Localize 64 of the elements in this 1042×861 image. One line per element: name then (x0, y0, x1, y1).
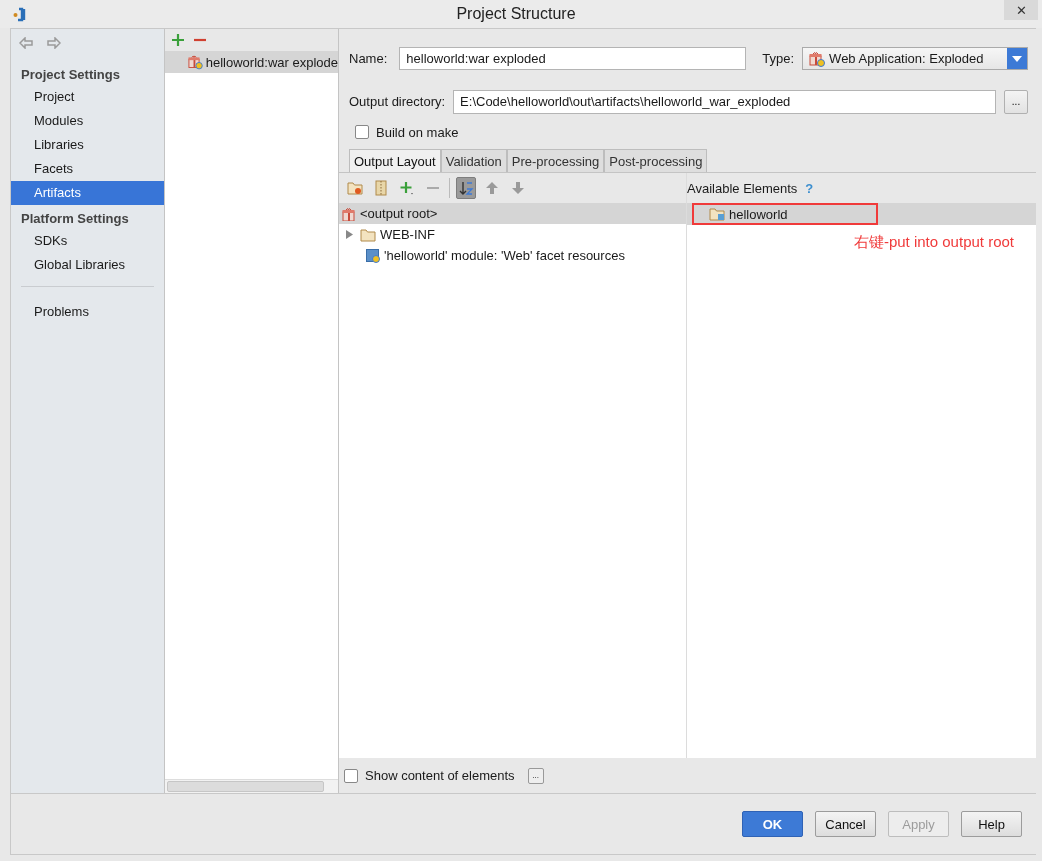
checkbox-label: Show content of elements (365, 768, 515, 783)
arrow-down-icon (510, 180, 526, 196)
artifact-item[interactable]: helloworld:war explode (165, 51, 338, 73)
browse-button[interactable]: ... (1004, 89, 1028, 114)
sidebar-item[interactable]: Project (11, 85, 164, 109)
sidebar-item[interactable]: Global Libraries (11, 253, 164, 277)
sidebar-item[interactable]: Facets (11, 157, 164, 181)
add-icon (399, 180, 415, 196)
annotation-text: 右键-put into output root (853, 233, 1014, 252)
artifact-icon (809, 50, 826, 67)
expand-arrow-icon[interactable] (344, 230, 354, 239)
dropdown-value: Web Application: Exploded (829, 51, 985, 66)
checkbox[interactable] (344, 768, 358, 783)
tree-item[interactable]: <output root> (339, 203, 686, 224)
forward-arrow-icon[interactable] (47, 37, 61, 49)
back-arrow-icon[interactable] (19, 37, 33, 49)
tree-item-label: 'helloworld' module: 'Web' facet resources (384, 248, 625, 263)
dialog-button[interactable]: Cancel (815, 811, 876, 837)
sidebar-item[interactable]: Libraries (11, 133, 164, 157)
name-field[interactable]: helloworld:war exploded (399, 47, 747, 70)
archive-root-icon (342, 206, 356, 221)
dialog-button[interactable]: Help (961, 811, 1022, 837)
tree-item[interactable]: WEB-INF (339, 224, 686, 245)
dialog-button[interactable]: OK (742, 811, 803, 837)
artifact-icon (188, 54, 203, 70)
available-element[interactable]: helloworld (687, 203, 1036, 225)
checkbox[interactable] (355, 125, 369, 139)
more-button[interactable]: ... (527, 767, 544, 784)
sidebar-item[interactable]: Artifacts (11, 181, 164, 205)
new-folder-icon (347, 180, 363, 196)
arrow-up-icon (484, 180, 500, 196)
sort-button[interactable] (456, 177, 476, 199)
sidebar-item[interactable]: Problems (11, 300, 164, 324)
horizontal-scrollbar[interactable] (165, 779, 338, 793)
tree-item-label: <output root> (360, 206, 438, 221)
element-label: helloworld (729, 206, 788, 222)
field-label: Type: (762, 51, 795, 66)
archive-icon (373, 180, 389, 196)
checkbox-label: Build on make (376, 124, 459, 140)
module-folder-icon (709, 207, 725, 221)
folder-icon (360, 227, 376, 242)
tree-item-label: WEB-INF (380, 227, 435, 242)
tree-item[interactable]: 'helloworld' module: 'Web' facet resources (339, 245, 686, 266)
section-header: Project Settings (20, 66, 121, 84)
sidebar-item[interactable]: SDKs (11, 229, 164, 253)
tab[interactable]: Output Layout (349, 149, 441, 172)
section-header: Available Elements (687, 180, 798, 196)
module-icon (366, 248, 380, 263)
type-dropdown[interactable]: Web Application: Exploded (802, 47, 1028, 70)
field-label: Name: (349, 51, 388, 66)
sidebar-item[interactable]: Modules (11, 109, 164, 133)
section-header: Platform Settings (20, 210, 130, 228)
add-icon[interactable] (171, 33, 185, 47)
tab[interactable]: Pre-processing (506, 149, 605, 172)
field-label: Output directory: (349, 94, 446, 109)
tab[interactable]: Post-processing (604, 149, 708, 172)
window-title: Project Structure (455, 5, 577, 23)
tab[interactable]: Validation (440, 149, 507, 172)
app-logo-icon (12, 6, 28, 22)
output-directory-field[interactable]: E:\Code\helloworld\out\artifacts\helloworld_war_exploded (453, 89, 996, 114)
close-button[interactable]: ✕ (1004, 0, 1038, 20)
dropdown-arrow-icon (1012, 55, 1022, 62)
sort-icon (458, 180, 474, 196)
dialog-button: Apply (888, 811, 949, 837)
